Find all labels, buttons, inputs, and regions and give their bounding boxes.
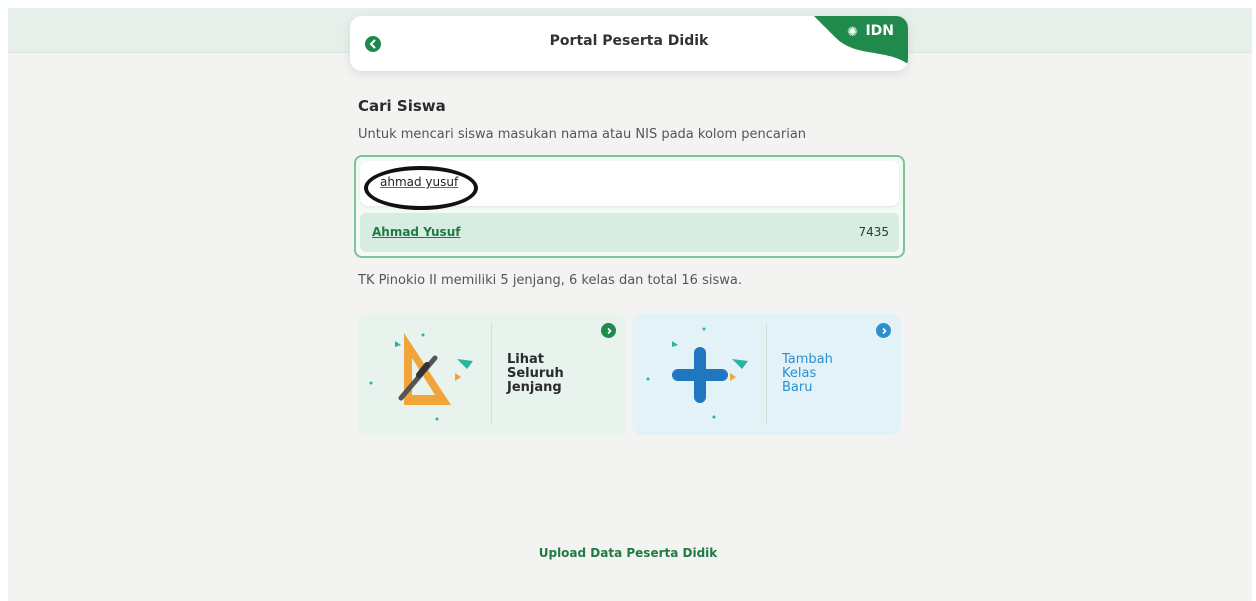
chevron-right-icon[interactable]: [601, 323, 616, 338]
plus-icon: [646, 327, 748, 419]
card-divider: [766, 323, 767, 425]
annotation-ellipse: [364, 166, 478, 210]
card-label: Tambah Kelas Baru: [782, 352, 833, 395]
search-section-title: Cari Siswa: [358, 97, 446, 115]
brand-logo: ✺ IDN: [814, 16, 908, 64]
card-add-class[interactable]: Tambah Kelas Baru: [632, 313, 901, 435]
search-input[interactable]: ahmad yusuf: [360, 161, 899, 210]
brand-text: IDN: [865, 23, 894, 39]
card-divider: [491, 323, 492, 425]
card-label: Lihat Seluruh Jenjang: [507, 352, 564, 395]
card-view-all-levels[interactable]: Lihat Seluruh Jenjang: [357, 313, 626, 435]
search-dropdown: ahmad yusuf Ahmad Yusuf 7435: [354, 155, 905, 258]
sun-icon: ✺: [847, 25, 858, 40]
search-result-row[interactable]: Ahmad Yusuf 7435: [360, 213, 899, 252]
app-canvas: [8, 8, 1252, 601]
upload-data-link[interactable]: Upload Data Peserta Didik: [0, 546, 1256, 560]
school-summary: TK Pinokio II memiliki 5 jenjang, 6 kela…: [358, 273, 742, 288]
result-name[interactable]: Ahmad Yusuf: [372, 225, 460, 239]
result-nis: 7435: [858, 225, 889, 239]
header-card: Portal Peserta Didik ✺ IDN: [350, 16, 908, 71]
chevron-right-icon[interactable]: [876, 323, 891, 338]
ruler-triangle-icon: [369, 333, 473, 421]
search-section-description: Untuk mencari siswa masukan nama atau NI…: [358, 127, 807, 142]
